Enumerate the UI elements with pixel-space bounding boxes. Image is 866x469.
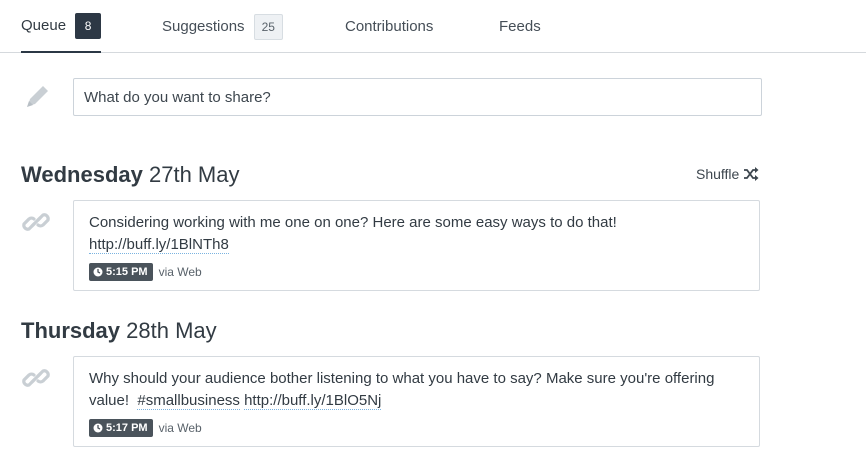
shuffle-icon — [744, 167, 759, 181]
tab-label: Feeds — [499, 18, 541, 35]
post-via: via Web — [158, 265, 202, 279]
day-header: Thursday 28th May — [21, 318, 217, 344]
tab-suggestions[interactable]: Suggestions 25 — [162, 0, 283, 53]
composer-placeholder: What do you want to share? — [84, 88, 271, 106]
post-card[interactable]: Considering working with me one on one? … — [73, 200, 760, 291]
post-meta: 5:15 PM via Web — [89, 263, 744, 281]
tab-label: Contributions — [345, 18, 434, 35]
queue-count-badge: 8 — [75, 12, 102, 39]
tab-contributions[interactable]: Contributions — [345, 0, 433, 53]
tab-label: Suggestions — [162, 18, 245, 35]
shuffle-label: Shuffle — [696, 166, 740, 182]
pencil-icon — [27, 86, 48, 107]
post-via: via Web — [158, 421, 202, 435]
tab-label: Queue — [21, 17, 67, 34]
suggestions-count-badge: 25 — [253, 13, 283, 40]
post-card[interactable]: Why should your audience bother listenin… — [73, 356, 760, 447]
tab-bar: Queue 8 Suggestions 25 Contributions Fee… — [0, 0, 866, 53]
post-hashtag[interactable]: #smallbusiness — [137, 392, 240, 410]
post-body: Considering working with me one on one? … — [89, 214, 617, 231]
post-text: Considering working with me one on one? … — [89, 212, 744, 256]
time-badge[interactable]: 5:17 PM — [89, 419, 153, 437]
day-date: 28th May — [126, 318, 217, 343]
clock-icon — [93, 423, 103, 433]
link-icon — [22, 369, 50, 387]
day-weekday: Wednesday — [21, 162, 143, 187]
link-icon — [22, 213, 50, 231]
post-text: Why should your audience bother listenin… — [89, 368, 744, 412]
day-date: 27th May — [148, 162, 240, 187]
clock-icon — [93, 267, 103, 277]
post-meta: 5:17 PM via Web — [89, 419, 744, 437]
tab-feeds[interactable]: Feeds — [499, 0, 541, 53]
time-badge[interactable]: 5:15 PM — [89, 263, 153, 281]
post-link[interactable]: http://buff.ly/1BlO5Nj — [244, 392, 382, 410]
tab-queue[interactable]: Queue 8 — [21, 0, 102, 53]
day-weekday: Thursday — [21, 318, 121, 343]
day-header: Wednesday 27th May — [21, 162, 239, 188]
post-time: 5:17 PM — [106, 422, 148, 434]
composer-input[interactable]: What do you want to share? — [73, 78, 762, 116]
post-time: 5:15 PM — [106, 266, 148, 278]
shuffle-button[interactable]: Shuffle — [696, 166, 759, 182]
post-link[interactable]: http://buff.ly/1BlNTh8 — [89, 236, 229, 254]
